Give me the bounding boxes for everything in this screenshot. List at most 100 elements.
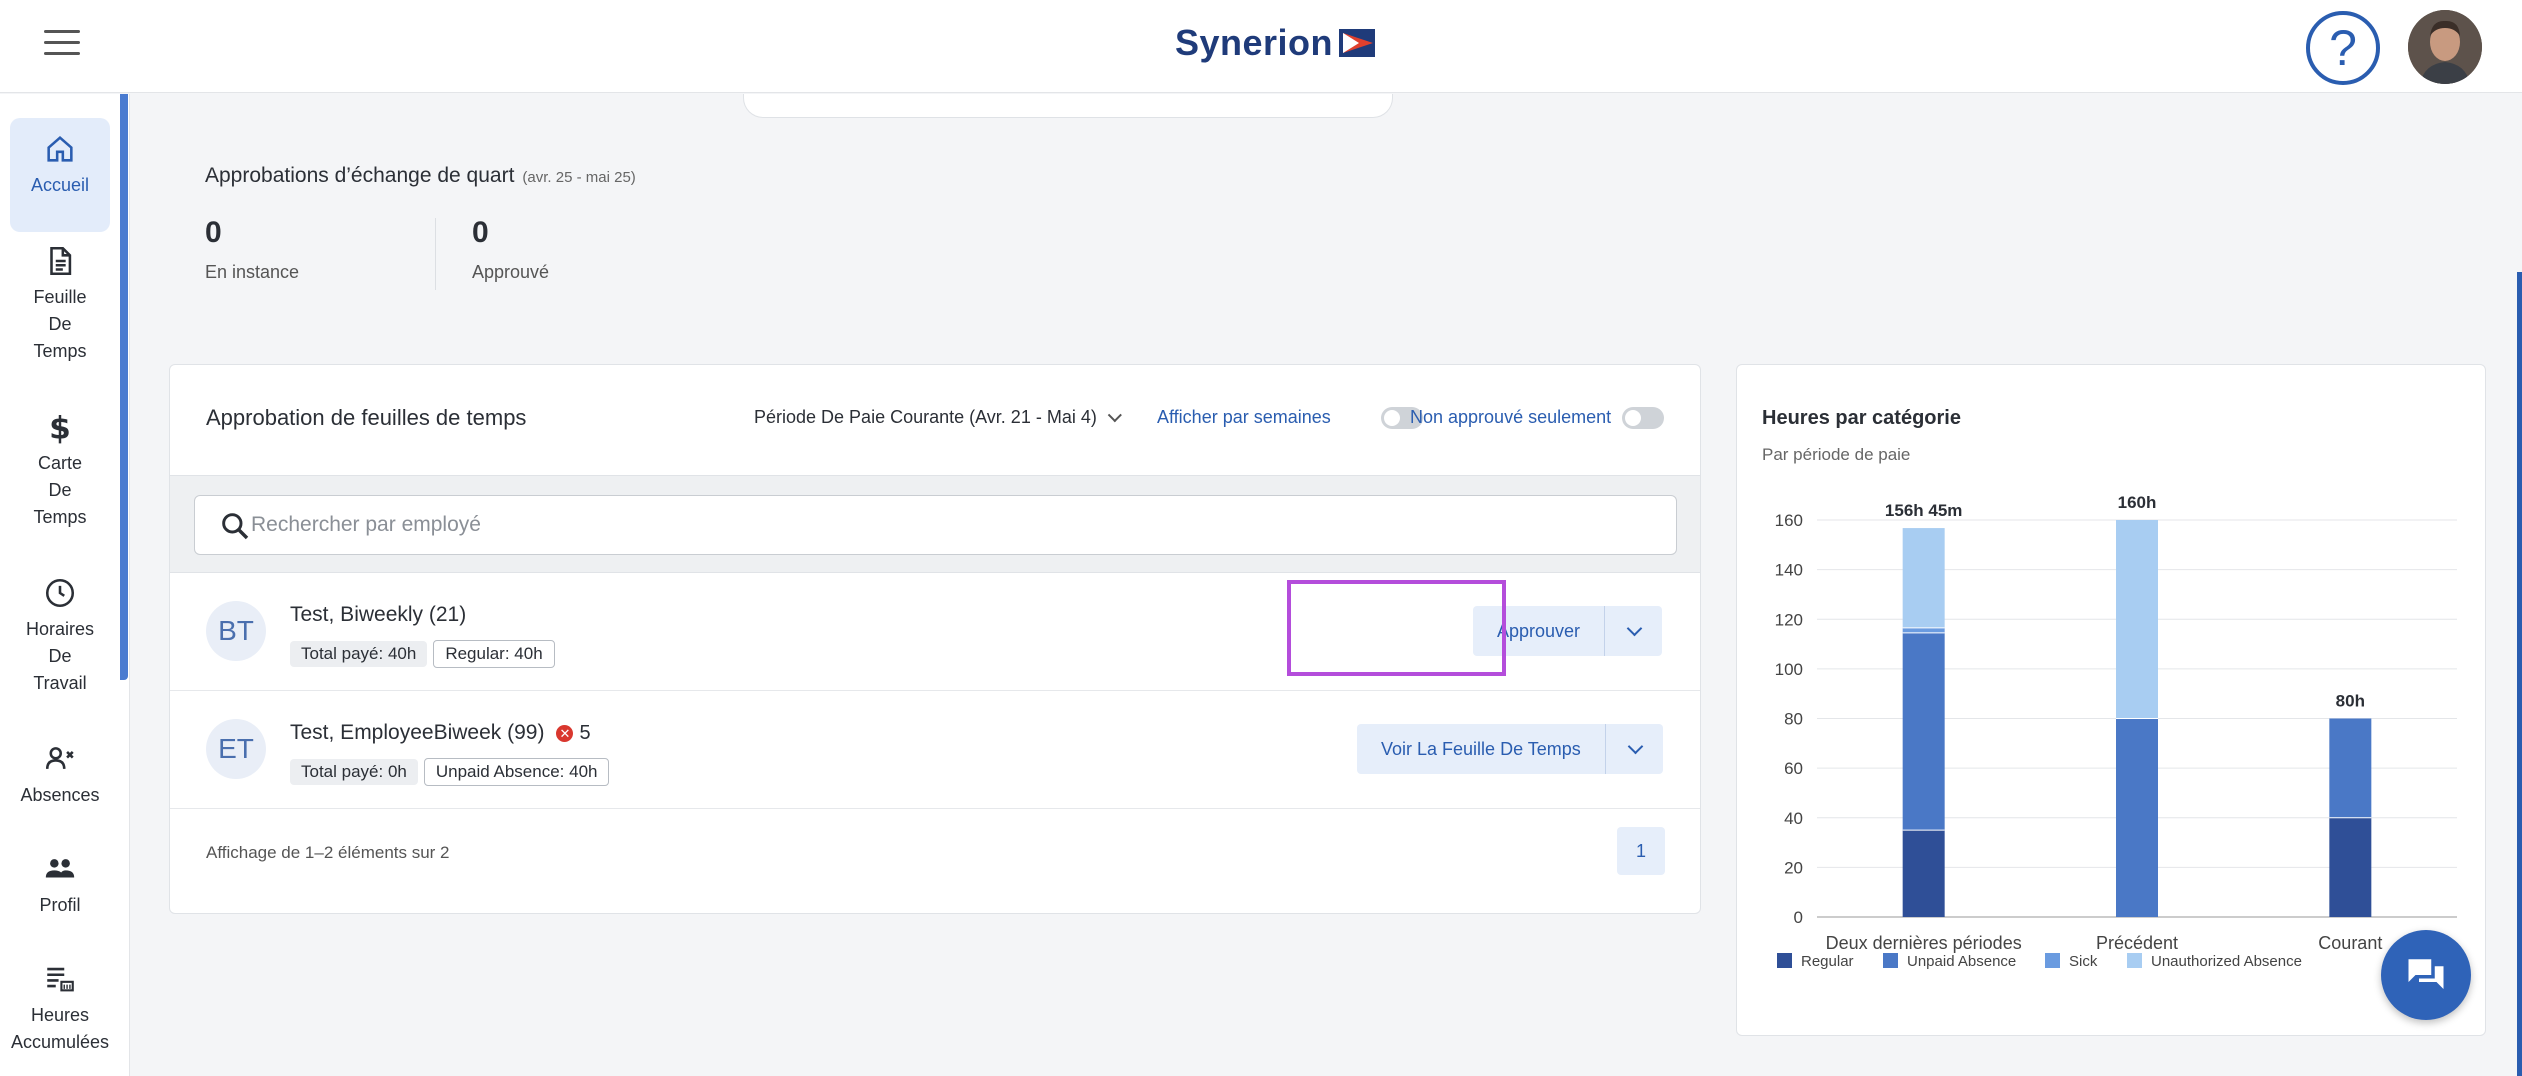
y-tick-label: 160 [1775,511,1803,530]
bar-total-label: 156h 45m [1885,501,1963,520]
y-tick-label: 0 [1794,908,1803,927]
sidebar-item-heures-accumulees[interactable]: Heures Accumulées [10,962,110,1056]
sidebar-item-label: Feuille De Temps [33,287,87,361]
legend-label: Unauthorized Absence [2151,953,2302,970]
legend-swatch [1883,953,1898,968]
page-scrollbar[interactable] [2517,272,2522,1076]
previous-card-edge [743,94,1393,118]
employee-badges: Total payé: 40h Regular: 40h [290,640,561,668]
chat-button[interactable] [2381,930,2471,1020]
chart-subtitle: Par période de paie [1762,445,1911,464]
approve-dropdown-chevron-icon[interactable] [1604,606,1662,656]
clock-icon [45,578,75,608]
total-paid-badge: Total payé: 40h [290,641,428,667]
person-x-icon [45,747,74,769]
bar-total-label: 160h [2118,493,2157,512]
approved-count: 0 [472,216,489,249]
bar-total-label: 80h [2336,692,2365,711]
chart-title: Heures par catégorie [1762,407,1961,429]
pending-count: 0 [205,216,222,249]
employee-badges: Total payé: 0h Unpaid Absence: 40h [290,758,615,786]
sidebar-scroll-indicator[interactable] [120,94,128,680]
bar-segment [2116,520,2158,719]
hours-chart: 0 20 40 60 80 100 120 140 160 156h 45m Deux derniè… [1775,493,2457,970]
chevron-down-icon [1107,408,1122,423]
pay-period-dropdown[interactable]: Période De Paie Courante (Avr. 21 - Mai … [754,407,1122,428]
sidebar-item-label: Horaires De Travail [25,619,95,693]
table-row[interactable]: ET Test, EmployeeBiweek (99) ✕ 5 Total pay… [170,691,1700,809]
sidebar-item-label: Carte De Temps [33,453,87,527]
error-icon: ✕ [556,724,574,742]
view-timesheet-dropdown-chevron-icon[interactable] [1604,724,1663,774]
category-badge: Regular: 40h [433,640,555,668]
sidebar-item-carte-de-temps[interactable]: $ Carte De Temps [10,410,110,531]
sidebar-item-label: Absences [20,785,100,805]
sidebar-item-label: Accueil [30,175,90,195]
sidebar-item-profil[interactable]: Profil [10,852,110,919]
bar-segment [2329,718,2372,818]
bar-segment [2329,817,2372,917]
svg-text:$: $ [49,410,71,444]
error-indicator[interactable]: ✕ 5 [556,722,591,745]
chat-icon [2408,959,2444,989]
y-tick-label: 40 [1784,809,1803,828]
dollar-icon: $ [49,410,71,444]
accrual-icon [47,967,74,992]
sidebar-item-horaires[interactable]: Horaires De Travail [10,576,110,697]
employee-name-wrap: Test, EmployeeBiweek (99) ✕ 5 [290,721,591,745]
pending-stat[interactable]: 0 En instance [205,216,299,283]
hours-by-category-card: Heures par catégorie Par période de paie… [1736,364,2486,1036]
employee-name[interactable]: Test, Biweekly (21) [290,603,466,627]
employee-name[interactable]: Test, EmployeeBiweek (99) [290,721,544,744]
sidebar-item-accueil[interactable]: Accueil [10,118,110,232]
avatar[interactable] [2408,10,2482,84]
timesheet-approval-title: Approbation de feuilles de temps [206,405,527,430]
search-box[interactable] [194,495,1677,555]
view-timesheet-split-button: Voir La Feuille De Temps [1357,724,1663,774]
bar-segment [1902,528,1945,628]
legend-label: Regular [1801,953,1854,970]
pending-label: En instance [205,262,300,282]
bar-segment [1902,632,1945,831]
x-tick-label: Courant [2318,933,2382,953]
bar-segment [2116,718,2158,917]
logo-text: Synerion [1175,22,1334,63]
approve-highlight-box [1287,580,1506,676]
people-icon [45,859,75,878]
shift-approvals-title-text: Approbations d’échange de quart [205,164,515,187]
unapproved-only-label: Non approuvé seulement [1410,407,1612,427]
x-tick-label: Précédent [2096,933,2178,953]
page-1-button[interactable]: 1 [1617,827,1665,875]
approved-label: Approuvé [472,262,550,282]
search-input[interactable] [251,496,1651,554]
stat-divider [435,218,436,290]
approved-stat[interactable]: 0 Approuvé [472,216,549,283]
shift-approvals-title: Approbations d’échange de quart (avr. 25 … [205,164,636,188]
pay-period-label: Période De Paie Courante (Avr. 21 - Mai … [754,407,1097,427]
show-by-weeks-label: Afficher par semaines [1157,407,1331,427]
top-bar: Synerion ? [0,0,2522,93]
x-tick-label: Deux dernières périodes [1826,933,2022,953]
logo-mark-icon [1339,29,1376,57]
home-icon [47,135,73,162]
y-tick-label: 100 [1775,660,1803,679]
total-paid-badge: Total payé: 0h [290,759,418,785]
sidebar-item-label: Heures Accumulées [10,1005,110,1052]
sidebar-item-absences[interactable]: Absences [10,742,110,809]
timesheet-approval-header: Approbation de feuilles de temps Période… [170,365,1700,475]
y-tick-label: 80 [1784,710,1803,729]
y-tick-label: 140 [1775,561,1803,580]
help-icon[interactable]: ? [2306,11,2380,85]
search-icon [222,513,249,540]
logo: Synerion [1175,22,1379,64]
employee-initials: BT [206,601,266,661]
legend-swatch [2127,953,2142,968]
shift-approvals-range: (avr. 25 - mai 25) [522,169,636,186]
document-icon [50,246,72,276]
view-timesheet-button[interactable]: Voir La Feuille De Temps [1357,724,1605,774]
sidebar-item-feuille-de-temps[interactable]: Feuille De Temps [10,244,110,365]
legend-swatch [1777,953,1792,968]
menu-icon[interactable] [44,30,80,58]
unapproved-only-toggle[interactable] [1622,407,1664,429]
category-badge: Unpaid Absence: 40h [423,758,610,786]
